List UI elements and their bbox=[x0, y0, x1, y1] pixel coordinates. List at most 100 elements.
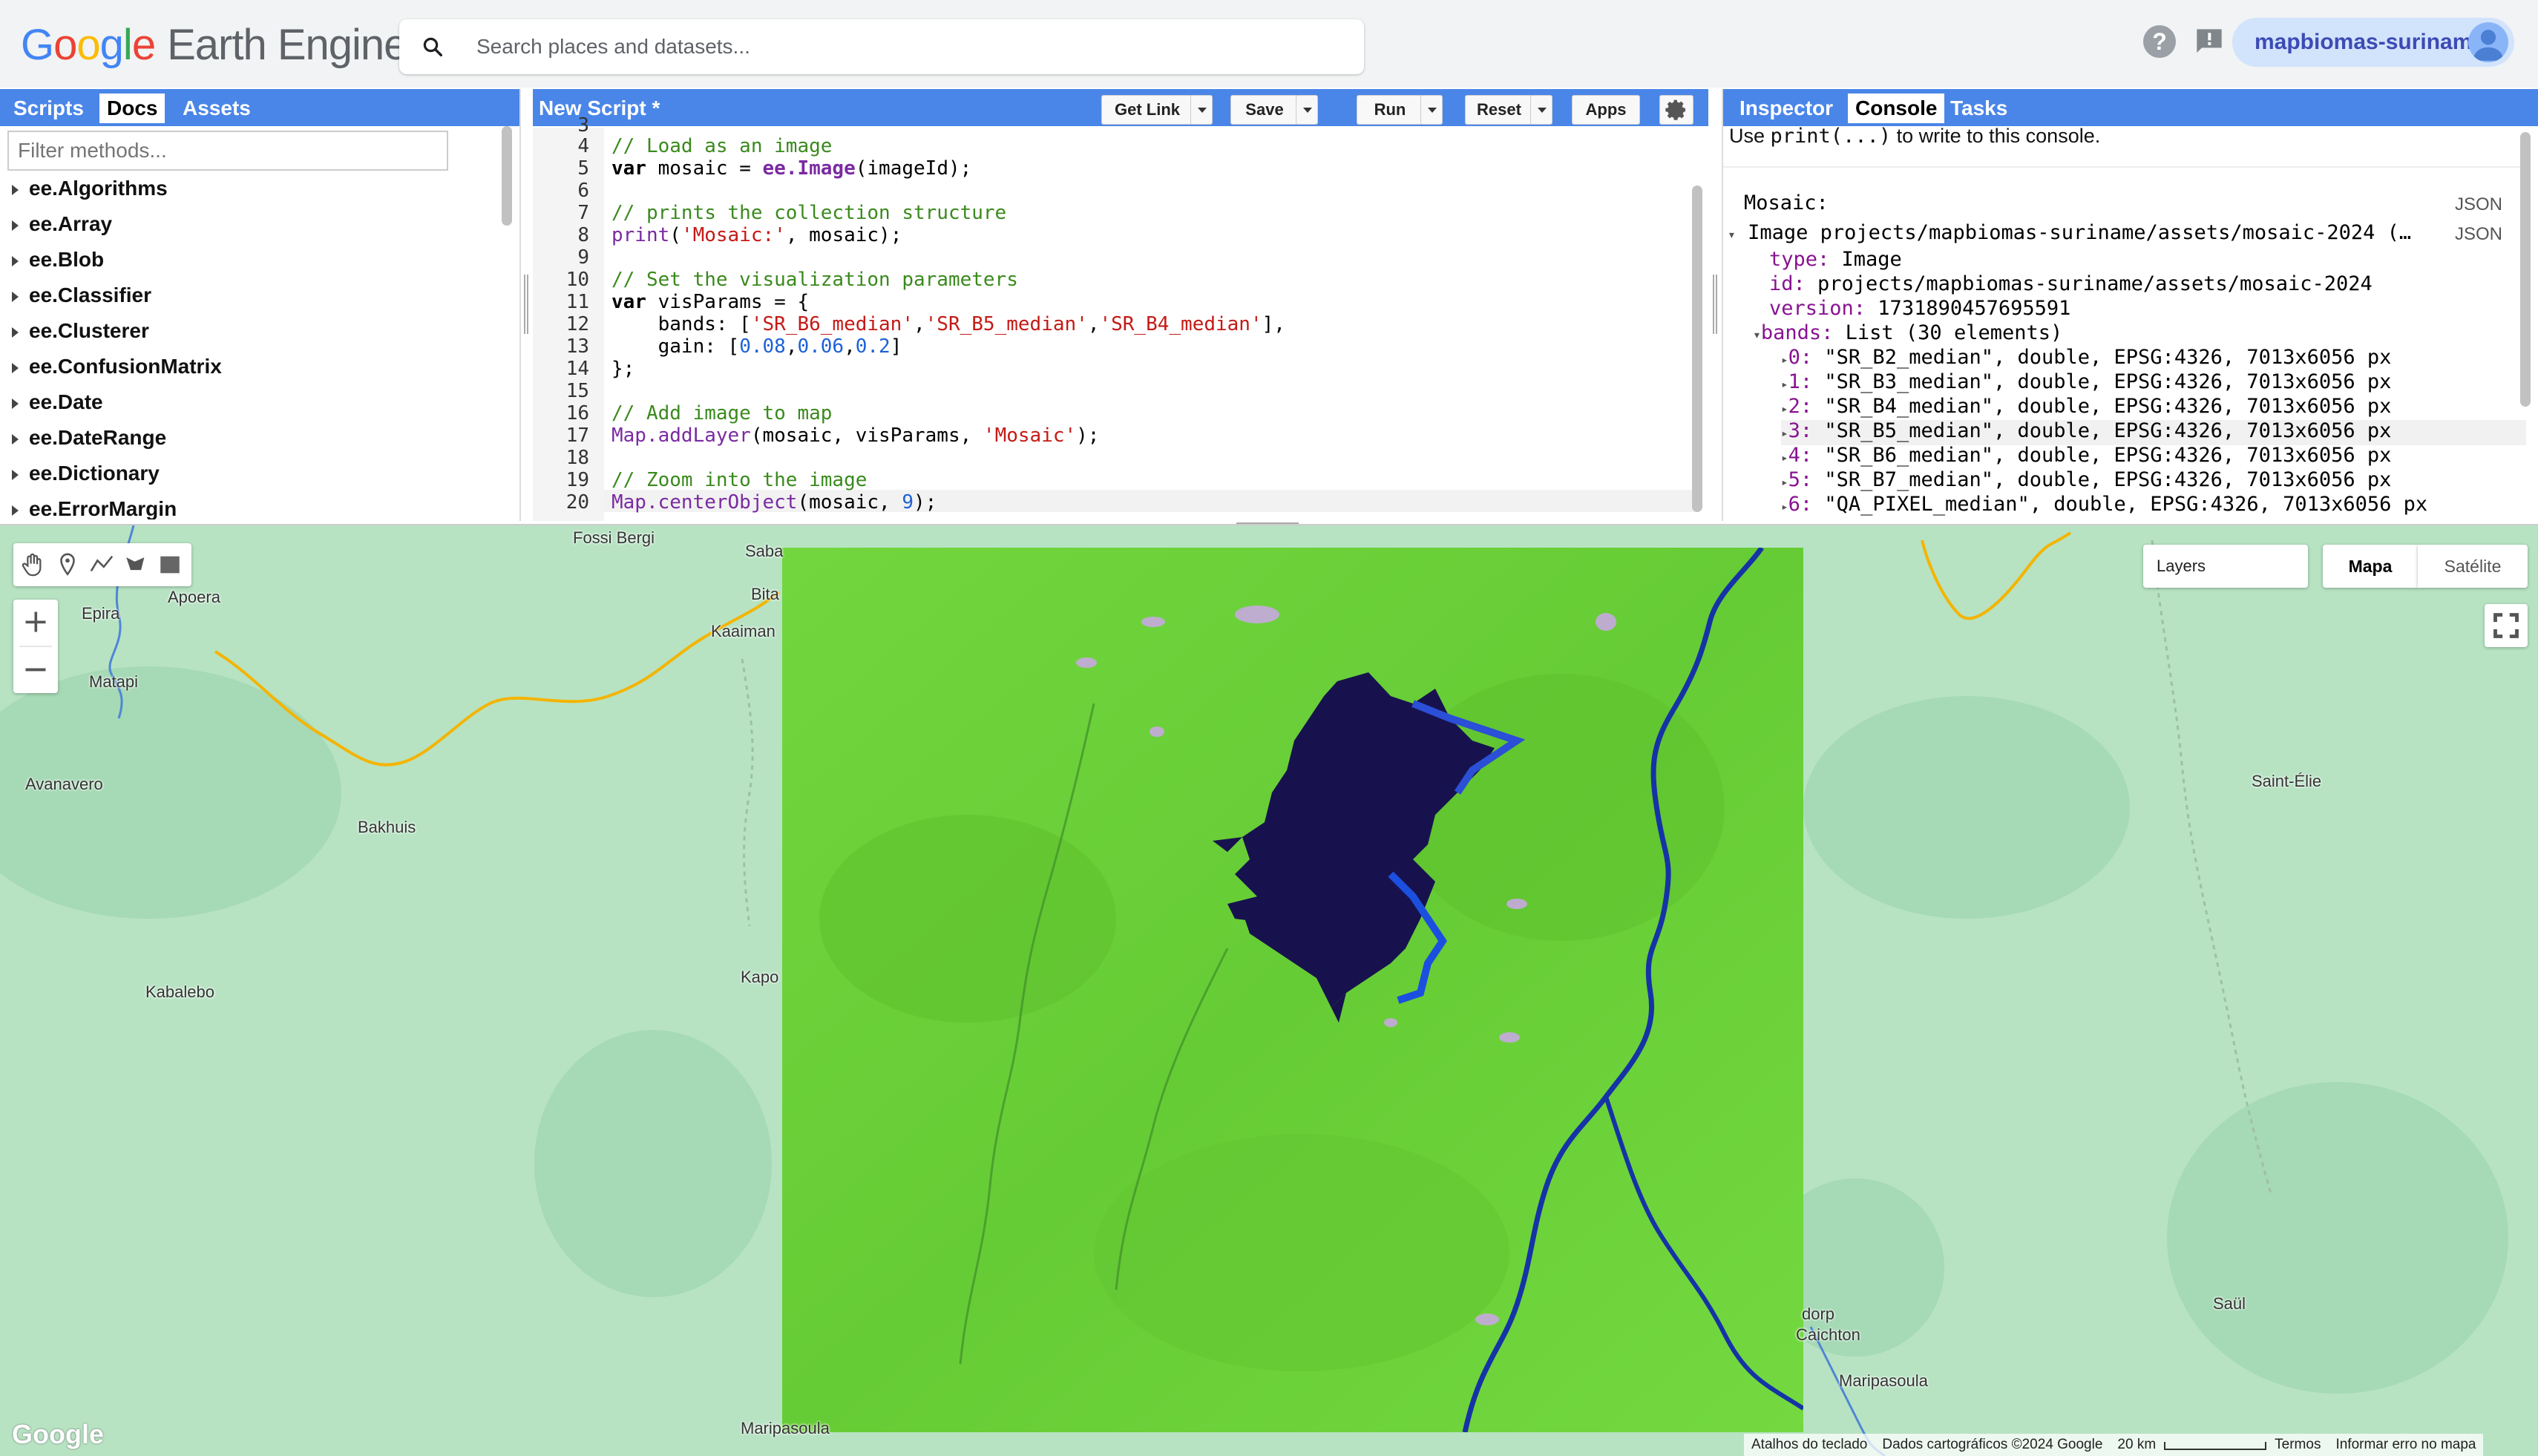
doc-item-errormargin[interactable]: ee.ErrorMargin bbox=[12, 497, 177, 519]
code-line-5: var mosaic = ee.Image(imageId); bbox=[611, 157, 972, 180]
filter-methods-input[interactable] bbox=[7, 131, 448, 171]
keyboard-shortcuts-link[interactable]: Atalhos do teclado bbox=[1751, 1437, 1867, 1453]
doc-item-label: ee.ConfusionMatrix bbox=[29, 355, 222, 378]
map-label: Bakhuis bbox=[358, 818, 416, 836]
doc-item-array[interactable]: ee.Array bbox=[12, 212, 112, 236]
code-line-4: // Load as an image bbox=[611, 135, 833, 157]
scale-bar[interactable] bbox=[2163, 1439, 2267, 1451]
band-row-4[interactable]: ▸4: "SR_B6_median", double, EPSG:4326, 7… bbox=[1781, 444, 2391, 467]
map-label: Bita bbox=[751, 585, 779, 603]
doc-item-date[interactable]: ee.Date bbox=[12, 390, 103, 414]
console-bands-row[interactable]: ▾bands: List (30 elements) bbox=[1753, 321, 2062, 344]
map-label: Caichton bbox=[1796, 1325, 1860, 1344]
console-image-row[interactable]: ▾ Image projects/mapbiomas-suriname/asse… bbox=[1728, 221, 2411, 244]
drawing-tools-bar bbox=[13, 543, 191, 586]
band-row-1[interactable]: ▸1: "SR_B3_median", double, EPSG:4326, 7… bbox=[1781, 370, 2391, 393]
map-label: Saint-Élie bbox=[2252, 772, 2322, 790]
help-icon[interactable]: ? bbox=[2143, 25, 2176, 58]
map-label: Kaaiman bbox=[711, 622, 776, 640]
top-header: Google Earth Engine ? mapbiomas-suriname bbox=[0, 0, 2538, 88]
code-line-11: var visParams = { bbox=[611, 291, 810, 313]
report-map-error-link[interactable]: Informar erro no mapa bbox=[2335, 1437, 2476, 1453]
json-link[interactable]: JSON bbox=[2455, 194, 2502, 215]
code-line-16: // Add image to map bbox=[611, 402, 833, 424]
code-area[interactable]: // Load as an image var mosaic = ee.Imag… bbox=[533, 128, 1698, 521]
run-button[interactable]: Run bbox=[1357, 95, 1423, 125]
layers-button[interactable]: Layers bbox=[2143, 545, 2308, 588]
editor-scrollbar[interactable] bbox=[1692, 186, 1702, 512]
settings-gear-icon[interactable] bbox=[1659, 95, 1693, 125]
doc-item-dictionary[interactable]: ee.Dictionary bbox=[12, 462, 160, 485]
zoom-in-icon[interactable] bbox=[22, 609, 49, 635]
editor-toolbar: New Script * Get Link Save Run Reset App… bbox=[533, 89, 1708, 126]
console-scrollbar[interactable] bbox=[2520, 132, 2531, 407]
left-panel-tabs: Scripts Docs Assets bbox=[0, 89, 519, 126]
code-line-13: gain: [0.08,0.06,0.2] bbox=[611, 335, 902, 358]
console-divider bbox=[1723, 166, 2525, 168]
doc-item-label: ee.Classifier bbox=[29, 283, 151, 306]
google-logo[interactable]: Google bbox=[12, 1419, 104, 1450]
map-label: Maripasoula bbox=[741, 1419, 830, 1437]
run-dropdown-icon[interactable] bbox=[1420, 95, 1443, 125]
earth-engine-logo[interactable]: Google Earth Engine bbox=[21, 21, 407, 69]
draw-line-icon[interactable] bbox=[89, 552, 114, 577]
doc-item-classifier[interactable]: ee.Classifier bbox=[12, 283, 151, 307]
zoom-control bbox=[13, 600, 58, 693]
get-link-dropdown-icon[interactable] bbox=[1190, 95, 1213, 125]
fullscreen-icon[interactable] bbox=[2485, 604, 2528, 647]
doc-item-label: ee.Date bbox=[29, 390, 103, 413]
save-dropdown-icon[interactable] bbox=[1296, 95, 1318, 125]
doc-item-clusterer[interactable]: ee.Clusterer bbox=[12, 319, 149, 343]
terms-link[interactable]: Termos bbox=[2275, 1437, 2321, 1453]
draw-shape-icon[interactable] bbox=[123, 552, 148, 577]
docs-panel: Scripts Docs Assets ee.Algorithms ee.Arr… bbox=[0, 89, 521, 521]
marker-pin-icon[interactable] bbox=[55, 552, 80, 577]
console-hint: Use print(...) to write to this console. bbox=[1729, 125, 2101, 148]
band-row-5[interactable]: ▸5: "SR_B7_median", double, EPSG:4326, 7… bbox=[1781, 468, 2391, 491]
docs-scrollbar[interactable] bbox=[502, 126, 512, 226]
doc-item-label: ee.Array bbox=[29, 212, 113, 235]
band-row-2[interactable]: ▸2: "SR_B4_median", double, EPSG:4326, 7… bbox=[1781, 395, 2391, 418]
map-type-map-button[interactable]: Mapa bbox=[2323, 545, 2418, 588]
draw-rectangle-icon[interactable] bbox=[157, 552, 183, 577]
feedback-icon[interactable] bbox=[2194, 27, 2225, 56]
search-box[interactable] bbox=[399, 19, 1364, 74]
scale-label[interactable]: 20 km bbox=[2117, 1437, 2156, 1453]
tab-tasks[interactable]: Tasks bbox=[1943, 94, 2015, 123]
right-splitter-handle[interactable] bbox=[1708, 275, 1722, 334]
search-icon bbox=[423, 37, 442, 56]
tab-scripts[interactable]: Scripts bbox=[6, 94, 91, 123]
search-input[interactable] bbox=[475, 30, 1331, 64]
left-splitter-handle[interactable] bbox=[519, 275, 533, 334]
band-row-0[interactable]: ▸0: "SR_B2_median", double, EPSG:4326, 7… bbox=[1781, 346, 2391, 369]
map-attribution-bar: Atalhos do teclado Dados cartográficos ©… bbox=[1744, 1434, 2484, 1456]
doc-item-daterange[interactable]: ee.DateRange bbox=[12, 426, 166, 450]
code-line-12: bands: ['SR_B6_median','SR_B5_median','S… bbox=[611, 313, 1285, 335]
script-title[interactable]: New Script * bbox=[539, 96, 660, 120]
map-data-attribution: Dados cartográficos ©2024 Google bbox=[1882, 1437, 2103, 1452]
map-label: dorp bbox=[1802, 1305, 1835, 1323]
zoom-out-icon[interactable] bbox=[22, 656, 49, 683]
map-canvas[interactable]: Fossi Bergi Saba Epira Apoera Bita Kaaim… bbox=[0, 524, 2538, 1456]
tab-inspector[interactable]: Inspector bbox=[1732, 94, 1840, 123]
pan-hand-icon[interactable] bbox=[19, 552, 45, 577]
map-type-satellite-button[interactable]: Satélite bbox=[2418, 545, 2528, 588]
doc-item-confusionmatrix[interactable]: ee.ConfusionMatrix bbox=[12, 355, 222, 378]
reset-button[interactable]: Reset bbox=[1465, 95, 1533, 125]
right-panel-tabs: Inspector Console Tasks bbox=[1723, 89, 2538, 126]
apps-button[interactable]: Apps bbox=[1572, 95, 1640, 125]
get-link-button[interactable]: Get Link bbox=[1101, 95, 1193, 125]
code-line-8: print('Mosaic:', mosaic); bbox=[611, 224, 902, 246]
json-link[interactable]: JSON bbox=[2455, 224, 2502, 245]
band-row-3[interactable]: ▸3: "SR_B5_median", double, EPSG:4326, 7… bbox=[1781, 419, 2391, 442]
tab-docs[interactable]: Docs bbox=[99, 94, 165, 123]
band-row-6[interactable]: ▸6: "QA_PIXEL_median", double, EPSG:4326… bbox=[1781, 493, 2427, 516]
doc-item-algorithms[interactable]: ee.Algorithms bbox=[12, 177, 168, 200]
tab-console[interactable]: Console bbox=[1848, 94, 1945, 123]
save-button[interactable]: Save bbox=[1230, 95, 1299, 125]
map-label: Saül bbox=[2213, 1294, 2246, 1313]
tab-assets[interactable]: Assets bbox=[175, 94, 258, 123]
reset-dropdown-icon[interactable] bbox=[1530, 95, 1552, 125]
user-account-chip[interactable]: mapbiomas-suriname bbox=[2232, 18, 2514, 67]
doc-item-blob[interactable]: ee.Blob bbox=[12, 248, 104, 272]
